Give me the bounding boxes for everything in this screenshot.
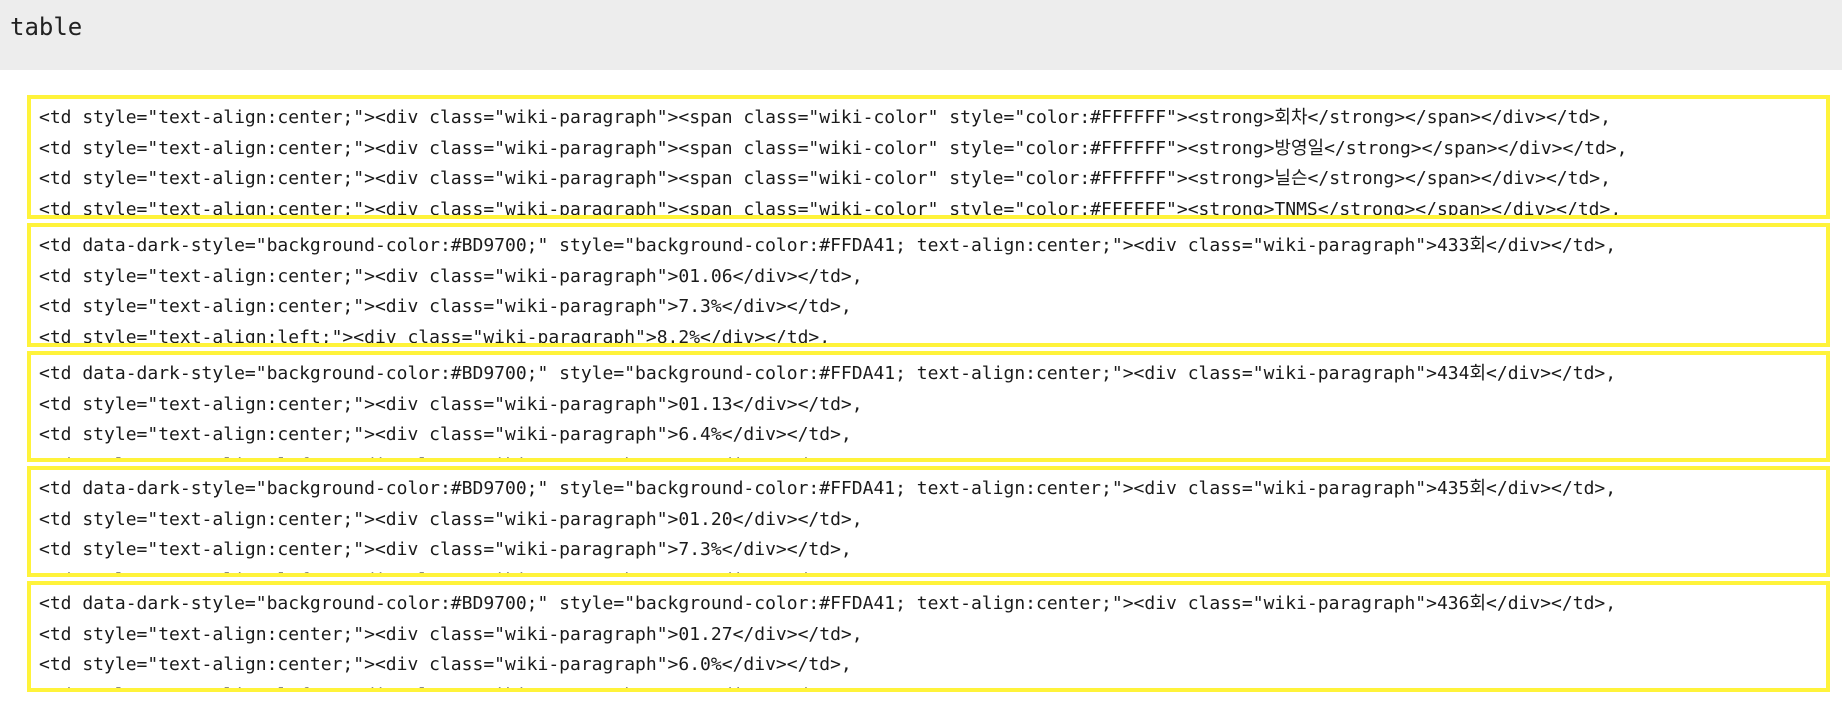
code-line: <td style="text-align:center;"><div clas…: [39, 137, 1628, 159]
code-line: <td style="text-align:center;"><div clas…: [39, 654, 852, 675]
code-line: <td style="text-align:center;"><div clas…: [39, 265, 863, 287]
code-line: <td data-dark-style="background-color:#B…: [39, 593, 1617, 614]
code-line: <td style="text-align:left;"><div class=…: [39, 681, 1826, 689]
code-line: <td data-dark-style="background-color:#B…: [39, 363, 1617, 384]
code-line: <td data-dark-style="background-color:#B…: [39, 235, 1617, 256]
code-group-row-433[interactable]: <td data-dark-style="background-color:#B…: [27, 223, 1830, 347]
code-line: <td style="text-align:center;"><div clas…: [39, 296, 852, 317]
code-line: <td style="text-align:left;"><div class=…: [39, 566, 1826, 574]
code-group-header-row[interactable]: <td style="text-align:center;"><div clas…: [27, 95, 1830, 219]
code-line: <td style="text-align:center;"><div clas…: [39, 198, 1622, 219]
code-line: <td style="text-align:center;"><div clas…: [39, 168, 1611, 189]
code-line: <td style="text-align:center;"><div clas…: [39, 508, 863, 530]
code-line: <td style="text-align:center;"><div clas…: [39, 539, 852, 560]
code-line: <td style="text-align:center;"><div clas…: [39, 623, 863, 645]
code-line: <td style="text-align:center;"><div clas…: [39, 107, 1611, 128]
code-line: <td style="text-align:center;"><div clas…: [39, 393, 863, 415]
code-line: <td data-dark-style="background-color:#B…: [39, 478, 1617, 499]
code-line: <td style="text-align:left;"><div class=…: [39, 451, 1826, 459]
code-group-row-434[interactable]: <td data-dark-style="background-color:#B…: [27, 351, 1830, 462]
code-group-row-436[interactable]: <td data-dark-style="background-color:#B…: [27, 581, 1830, 692]
header-bar: table: [0, 0, 1842, 70]
code-groups: <td style="text-align:center;"><div clas…: [27, 95, 1830, 696]
code-line: <td style="text-align:left;"><div class=…: [39, 326, 831, 347]
code-line: <td style="text-align:center;"><div clas…: [39, 424, 852, 445]
page-title: table: [10, 13, 83, 41]
code-group-row-435[interactable]: <td data-dark-style="background-color:#B…: [27, 466, 1830, 577]
